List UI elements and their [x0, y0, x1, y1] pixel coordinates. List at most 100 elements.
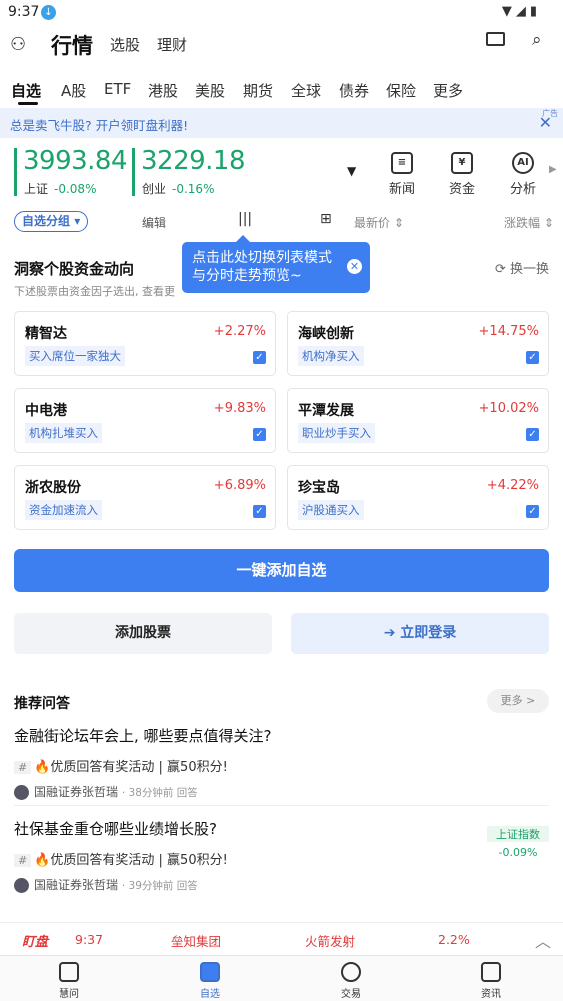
login-label: 立即登录: [400, 625, 457, 641]
add-stock-button[interactable]: 添加股票: [14, 613, 272, 654]
qa-time: · 39分钟前 回答: [121, 880, 198, 892]
news-link[interactable]: ≡ 新闻: [382, 152, 422, 197]
mail-icon[interactable]: [486, 32, 505, 46]
ticker-bar[interactable]: 盯盘 9:37 垒知集团 火箭发射 2.2% ︿: [0, 922, 563, 955]
nav-huiwen[interactable]: 慧问: [44, 962, 94, 1000]
stock-name: 精智达: [25, 326, 67, 342]
nav-news[interactable]: 资讯: [466, 962, 516, 1000]
zixuan-icon: [200, 962, 220, 982]
stock-card[interactable]: 珍宝岛 +4.22% 沪股通买入 ✓: [287, 465, 549, 530]
stock-change: +14.75%: [478, 324, 539, 339]
tab-xuangu[interactable]: 选股: [110, 34, 140, 55]
close-icon[interactable]: ✕: [539, 113, 552, 132]
avatar: [14, 878, 29, 893]
ad-text[interactable]: 总是卖飞牛股? 开户领盯盘利器!: [10, 115, 188, 134]
tab-more[interactable]: 更多: [433, 80, 463, 101]
stock-change: +10.02%: [478, 401, 539, 416]
list-mode-icon[interactable]: |||: [238, 211, 252, 227]
checkbox[interactable]: ✓: [526, 428, 539, 441]
index-label: 上证 -0.08%: [24, 182, 97, 196]
checkbox[interactable]: ✓: [253, 351, 266, 364]
tab-etf[interactable]: ETF: [104, 80, 131, 98]
qa-time: · 38分钟前 回答: [121, 787, 198, 799]
qa-author: 国融证券张哲瑞: [34, 785, 119, 799]
index-value: 3993.84: [23, 146, 128, 176]
tab-insurance[interactable]: 保险: [386, 80, 416, 101]
index-shanghai[interactable]: 3993.84 上证 -0.08%: [14, 146, 129, 198]
add-all-button[interactable]: 一键添加自选: [14, 549, 549, 592]
news-label: 新闻: [388, 182, 415, 197]
huiwen-icon: [59, 962, 79, 982]
watchlist-group-dropdown[interactable]: 自选分组 ▾: [14, 211, 89, 232]
index-label: 创业 -0.16%: [142, 182, 215, 196]
nav-zixuan[interactable]: 自选: [185, 962, 235, 1000]
edit-button[interactable]: 编辑: [142, 214, 166, 231]
tab-hk[interactable]: 港股: [148, 80, 178, 101]
hash-icon: #: [14, 761, 32, 774]
stock-change: +6.89%: [213, 478, 266, 493]
stock-change: +4.22%: [486, 478, 539, 493]
qa-question[interactable]: 金融街论坛年会上, 哪些要点值得关注?: [14, 725, 549, 746]
side-index-name: 上证指数: [487, 826, 549, 842]
stock-card[interactable]: 平潭发展 +10.02% 职业炒手买入 ✓: [287, 388, 549, 453]
nav-label: 资讯: [481, 989, 501, 1000]
chevron-up-icon[interactable]: ︿: [535, 928, 551, 952]
index-chinext[interactable]: 3229.18 创业 -0.16%: [132, 146, 247, 198]
index-change: -0.16%: [172, 182, 215, 196]
sort-change[interactable]: 涨跌幅 ⇕: [504, 214, 554, 231]
ad-banner[interactable]: 总是卖飞牛股? 开户领盯盘利器! 广告 ✕: [0, 108, 563, 138]
search-icon[interactable]: ⌕: [532, 30, 542, 50]
tab-zixuan[interactable]: 自选: [11, 80, 41, 101]
profile-icon[interactable]: ⚇: [10, 34, 26, 55]
bottom-nav: 慧问 自选 交易 资讯: [0, 955, 563, 1001]
refresh-button[interactable]: ⟳ 换一换: [495, 258, 549, 277]
checkbox[interactable]: ✓: [253, 505, 266, 518]
stock-change: +2.27%: [213, 324, 266, 339]
section-subtitle: 下述股票由资金因子选出, 查看更: [14, 285, 175, 298]
qa-activity[interactable]: # 🔥优质回答有奖活动 | 赢50积分!: [14, 756, 549, 775]
top-bar: ⚇ 行情 选股 理财 ⌕: [0, 28, 563, 64]
qa-question[interactable]: 社保基金重仓哪些业绩增长股?: [14, 818, 549, 839]
stock-tag: 资金加速流入: [25, 500, 102, 520]
ticker-pct: 2.2%: [438, 932, 470, 947]
nav-trade[interactable]: 交易: [326, 962, 376, 1000]
qa-author-line: 国融证券张哲瑞 · 38分钟前 回答: [14, 783, 549, 800]
ticker-stock[interactable]: 垒知集团: [171, 931, 221, 950]
close-icon[interactable]: ✕: [347, 259, 362, 274]
nav-label: 自选: [200, 989, 220, 1000]
chevron-right-icon[interactable]: ▶: [549, 164, 557, 175]
qa-author: 国融证券张哲瑞: [34, 878, 119, 892]
ticker-event[interactable]: 火箭发射: [305, 931, 355, 950]
sort-price[interactable]: 最新价 ⇕: [354, 214, 404, 231]
stock-card[interactable]: 中电港 +9.83% 机构扎堆买入 ✓: [14, 388, 276, 453]
stock-card[interactable]: 浙农股份 +6.89% 资金加速流入 ✓: [14, 465, 276, 530]
stock-card[interactable]: 海峡创新 +14.75% 机构净买入 ✓: [287, 311, 549, 376]
login-button[interactable]: ➔ 立即登录: [291, 613, 549, 654]
qa-activity[interactable]: # 🔥优质回答有奖活动 | 赢50积分!: [14, 849, 549, 868]
qa-item[interactable]: 金融街论坛年会上, 哪些要点值得关注? # 🔥优质回答有奖活动 | 赢50积分! …: [14, 725, 549, 800]
tab-licai[interactable]: 理财: [157, 34, 187, 55]
page-title[interactable]: 行情: [51, 30, 93, 60]
tab-a-share[interactable]: A股: [61, 80, 86, 101]
tab-global[interactable]: 全球: [291, 80, 321, 101]
download-icon: ↓: [41, 5, 56, 20]
caret-down-icon[interactable]: ▼: [347, 164, 356, 178]
checkbox[interactable]: ✓: [526, 505, 539, 518]
active-tab-indicator: [18, 102, 38, 105]
checkbox[interactable]: ✓: [526, 351, 539, 364]
qa-item[interactable]: 社保基金重仓哪些业绩增长股? # 🔥优质回答有奖活动 | 赢50积分! 国融证券张…: [14, 818, 549, 893]
fund-link[interactable]: ¥ 资金: [442, 152, 482, 197]
stock-card[interactable]: 精智达 +2.27% 买入席位一家独大 ✓: [14, 311, 276, 376]
nav-label: 慧问: [59, 989, 79, 1000]
grid-mode-icon[interactable]: ⊞: [320, 211, 332, 227]
tab-bonds[interactable]: 债券: [339, 80, 369, 101]
side-index-widget[interactable]: 上证指数 -0.09%: [487, 826, 549, 859]
refresh-label: 换一换: [509, 262, 549, 277]
checkbox[interactable]: ✓: [253, 428, 266, 441]
qa-more-button[interactable]: 更多 >: [487, 689, 549, 713]
ticker-logo: 盯盘: [22, 935, 49, 950]
analysis-link[interactable]: AI 分析: [503, 152, 543, 197]
tab-us[interactable]: 美股: [195, 80, 225, 101]
refresh-icon: ⟳: [494, 262, 510, 277]
tab-futures[interactable]: 期货: [243, 80, 273, 101]
